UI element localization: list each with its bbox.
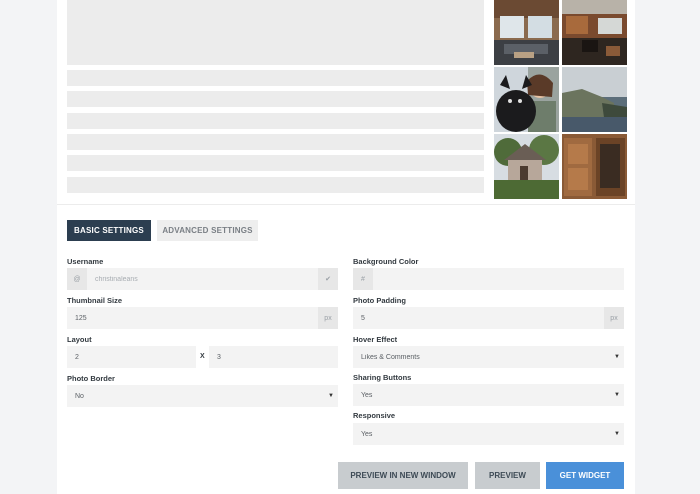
hover-effect-value: Likes & Comments — [361, 353, 420, 361]
sharing-buttons-select[interactable]: Yes ▼ — [353, 384, 624, 406]
chevron-down-icon: ▼ — [328, 393, 334, 399]
thumbnail-size-value: 125 — [75, 314, 87, 322]
photo-border-label: Photo Border — [67, 374, 115, 383]
preview-placeholder-line — [67, 70, 484, 86]
chevron-down-icon: ▼ — [614, 392, 620, 398]
photo-padding-label: Photo Padding — [353, 296, 406, 305]
preview-placeholder-line — [67, 177, 484, 193]
photo-fireplace-room — [562, 0, 627, 65]
sharing-buttons-label: Sharing Buttons — [353, 373, 412, 382]
username-field[interactable]: @ christinaleans ✔ — [67, 268, 338, 290]
background-color-field[interactable]: # — [353, 268, 624, 290]
px-unit: px — [318, 307, 338, 329]
responsive-select[interactable]: Yes ▼ — [353, 423, 624, 445]
sharing-buttons-value: Yes — [361, 391, 373, 399]
photo-padding-input[interactable]: 5 px — [353, 307, 624, 329]
checkmark-icon: ✔ — [318, 268, 338, 290]
section-divider — [57, 204, 635, 205]
hover-effect-label: Hover Effect — [353, 335, 398, 344]
preview-placeholder-line — [67, 113, 484, 129]
tab-advanced-settings[interactable]: ADVANCED SETTINGS — [157, 220, 258, 241]
photo-coastal-cliffs — [562, 67, 627, 132]
at-sign-icon: @ — [67, 268, 87, 290]
tab-basic-settings[interactable]: BASIC SETTINGS — [67, 220, 151, 241]
chevron-down-icon: ▼ — [614, 431, 620, 437]
chevron-down-icon: ▼ — [614, 354, 620, 360]
photo-padding-value: 5 — [361, 314, 365, 322]
layout-label: Layout — [67, 335, 92, 344]
photo-woman-with-dog — [494, 67, 559, 132]
username-label: Username — [67, 257, 104, 266]
layout-rows-input[interactable]: 3 — [209, 346, 338, 368]
thumbnail-size-input[interactable]: 125 px — [67, 307, 338, 329]
background-color-label: Background Color — [353, 257, 419, 266]
layout-columns-input[interactable]: 2 — [67, 346, 196, 368]
photo-wooden-door — [562, 134, 627, 199]
thumbnail-size-label: Thumbnail Size — [67, 296, 123, 305]
layout-rows-value: 3 — [217, 353, 221, 361]
preview-button[interactable]: PREVIEW — [475, 462, 540, 489]
px-unit: px — [604, 307, 624, 329]
hover-effect-select[interactable]: Likes & Comments ▼ — [353, 346, 624, 368]
layout-columns-value: 2 — [75, 353, 79, 361]
hash-icon: # — [353, 268, 373, 290]
preview-in-new-window-button[interactable]: PREVIEW IN NEW WINDOW — [338, 462, 468, 489]
preview-placeholder-block — [67, 0, 484, 65]
photo-border-value: No — [75, 392, 84, 400]
get-widget-button[interactable]: GET WIDGET — [546, 462, 624, 489]
layout-separator: X — [200, 353, 205, 360]
responsive-label: Responsive — [353, 411, 396, 420]
photo-border-select[interactable]: No ▼ — [67, 385, 338, 407]
photo-living-room — [494, 0, 559, 65]
preview-placeholder-line — [67, 134, 484, 150]
username-value: christinaleans — [95, 275, 138, 283]
preview-placeholder-line — [67, 91, 484, 107]
preview-placeholder-line — [67, 155, 484, 171]
photo-garden-house — [494, 134, 559, 199]
responsive-value: Yes — [361, 430, 373, 438]
